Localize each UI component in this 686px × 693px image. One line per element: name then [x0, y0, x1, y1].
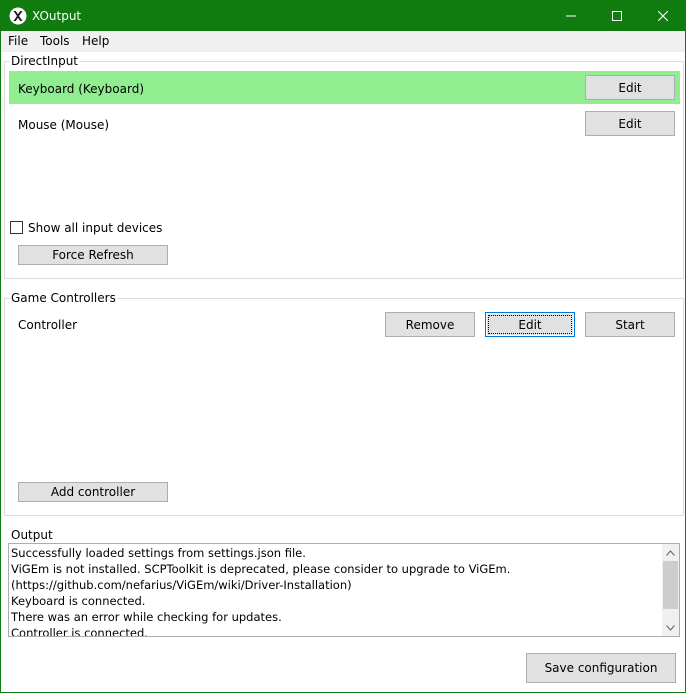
game-controllers-group-title: Game Controllers: [10, 291, 117, 305]
menu-file[interactable]: File: [8, 34, 28, 48]
directinput-group-title: DirectInput: [10, 54, 80, 68]
scroll-down-button[interactable]: [662, 619, 679, 636]
output-text: Successfully loaded settings from settin…: [11, 545, 659, 637]
window-title: XOutput: [32, 9, 82, 23]
minimize-button[interactable]: [548, 1, 594, 31]
output-line: There was an error while checking for up…: [11, 610, 282, 624]
output-title: Output: [11, 528, 53, 542]
close-icon: [658, 11, 668, 21]
output-log[interactable]: Successfully loaded settings from settin…: [8, 543, 680, 637]
show-all-devices-label: Show all input devices: [28, 221, 163, 235]
chevron-up-icon: [666, 549, 675, 556]
device-row-mouse[interactable]: Mouse (Mouse): [9, 107, 680, 140]
scroll-thumb[interactable]: [663, 561, 678, 609]
add-controller-button[interactable]: Add controller: [18, 482, 168, 502]
save-configuration-button[interactable]: Save configuration: [526, 653, 676, 683]
device-label: Mouse (Mouse): [18, 118, 110, 132]
output-line: Controller is connected.: [11, 626, 148, 637]
output-line: Keyboard is connected.: [11, 594, 146, 608]
device-row-keyboard[interactable]: Keyboard (Keyboard): [9, 71, 680, 104]
output-scrollbar[interactable]: [662, 544, 679, 636]
force-refresh-button[interactable]: Force Refresh: [18, 245, 168, 265]
show-all-devices-checkbox[interactable]: [10, 221, 23, 234]
chevron-down-icon: [666, 624, 675, 631]
output-line: Successfully loaded settings from settin…: [11, 546, 306, 560]
edit-keyboard-button[interactable]: Edit: [585, 75, 675, 100]
maximize-icon: [612, 11, 622, 21]
output-line: ViGEm is not installed. SCPToolkit is de…: [11, 562, 511, 592]
scroll-up-button[interactable]: [662, 544, 679, 561]
edit-mouse-button[interactable]: Edit: [585, 111, 675, 136]
minimize-icon: [566, 15, 576, 17]
xoutput-logo-icon: [9, 7, 27, 25]
edit-controller-button[interactable]: Edit: [485, 312, 575, 337]
remove-controller-button[interactable]: Remove: [385, 312, 475, 337]
menu-bar: File Tools Help: [1, 31, 685, 52]
menu-tools[interactable]: Tools: [40, 34, 70, 48]
app-window: XOutput File Tools Help DirectInput Keyb…: [0, 0, 686, 693]
menu-help[interactable]: Help: [82, 34, 109, 48]
title-bar: XOutput: [1, 1, 685, 31]
device-label: Keyboard (Keyboard): [18, 82, 144, 96]
start-controller-button[interactable]: Start: [585, 312, 675, 337]
maximize-button[interactable]: [594, 1, 640, 31]
close-button[interactable]: [640, 1, 686, 31]
controller-label: Controller: [18, 318, 78, 332]
